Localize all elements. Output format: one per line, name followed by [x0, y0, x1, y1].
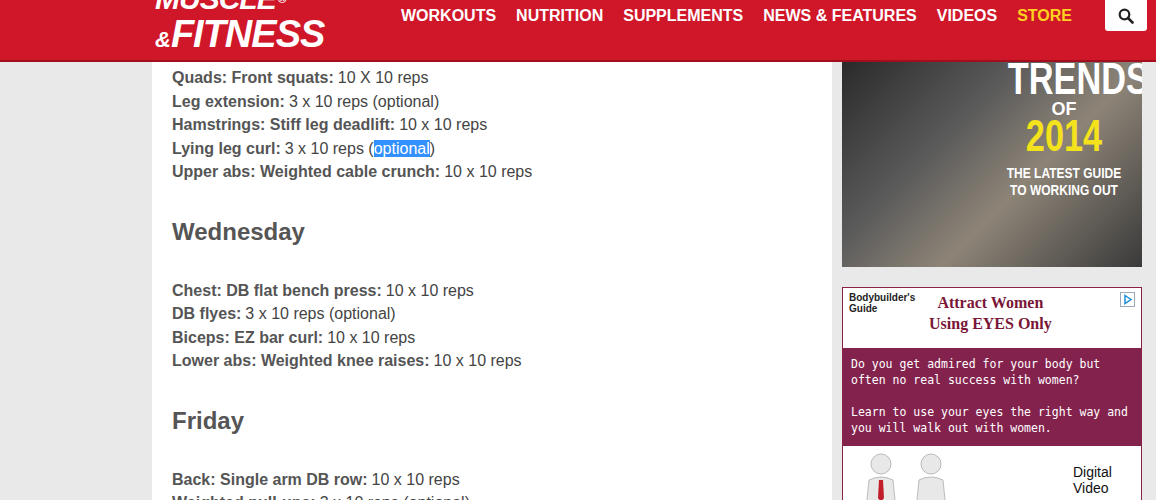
exercise-line: Upper abs: Weighted cable crunch:10 x 10…: [172, 160, 812, 184]
ad-headline: Attract WomenUsing EYES Only: [929, 292, 1052, 334]
exercise-detail[interactable]: 3 x 10 reps (: [285, 140, 374, 157]
site-logo[interactable]: MUSCLE®&FITNESS: [155, 0, 365, 60]
page-body: Quads: Front squats:10 X 10 repsLeg exte…: [0, 62, 1156, 500]
exercise-name: Chest: DB flat bench press:: [172, 282, 382, 299]
banner-line: THE LATEST GUIDE: [1006, 164, 1121, 181]
exercise-name: Lower abs: Weighted knee raises:: [172, 352, 430, 369]
ad-body: Do you get admired for your body but oft…: [843, 348, 1141, 446]
ad-brand: Bodybuilder's Guide: [849, 292, 921, 314]
ad-footer-label: Digital Video: [1073, 450, 1133, 496]
exercise-line: DB flyes:3 x 10 reps (optional): [172, 302, 812, 326]
exercise-detail[interactable]: 10 x 10 reps: [327, 329, 415, 346]
ad-text: Do you get admired for your body but oft…: [851, 356, 1133, 388]
ad-headline-line: Using EYES Only: [929, 313, 1052, 334]
exercise-line: Lower abs: Weighted knee raises:10 x 10 …: [172, 349, 812, 373]
exercise-detail[interactable]: optional: [374, 140, 430, 157]
logo-amp: &: [155, 27, 170, 52]
exercise-line: Lying leg curl:3 x 10 reps (optional): [172, 137, 812, 161]
logo-registered: ®: [278, 0, 286, 6]
exercise-line: Hamstrings: Stiff leg deadlift:10 x 10 r…: [172, 113, 812, 137]
ad-header: Bodybuilder's Guide Attract WomenUsing EY…: [843, 288, 1141, 348]
exercise-line: Chest: DB flat bench press:10 x 10 reps: [172, 279, 812, 303]
exercise-name: Leg extension:: [172, 93, 285, 110]
exercise-line: Back: Single arm DB row:10 x 10 reps: [172, 468, 812, 492]
exercise-name: Biceps: EZ bar curl:: [172, 329, 323, 346]
text-ad[interactable]: Bodybuilder's Guide Attract WomenUsing EY…: [842, 287, 1142, 500]
search-icon: [1118, 8, 1134, 24]
exercise-detail[interactable]: 3 x 10 reps (optional): [245, 305, 395, 322]
banner-title: TRENDS: [1008, 62, 1120, 99]
banner-year: 2014: [1008, 116, 1120, 156]
exercise-name: Hamstrings: Stiff leg deadlift:: [172, 116, 395, 133]
exercise-name: Lying leg curl:: [172, 140, 281, 157]
day-heading: Friday: [172, 406, 812, 436]
exercise-detail[interactable]: 10 x 10 reps: [399, 116, 487, 133]
exercise-detail[interactable]: 10 x 10 reps: [386, 282, 474, 299]
article-content: Quads: Front squats:10 X 10 repsLeg exte…: [152, 62, 832, 500]
ad-text: Learn to use your eyes the right way and…: [851, 404, 1133, 436]
exercise-line: Leg extension:3 x 10 reps (optional): [172, 90, 812, 114]
ad-headline-line: Attract Women: [929, 292, 1052, 313]
logo-top: MUSCLE®: [155, 0, 365, 14]
exercise-name: Upper abs: Weighted cable crunch:: [172, 163, 440, 180]
exercise-detail[interactable]: 10 X 10 reps: [338, 69, 429, 86]
exercise-line: Biceps: EZ bar curl:10 x 10 reps: [172, 326, 812, 350]
exercise-detail[interactable]: ): [430, 140, 435, 157]
exercise-name: DB flyes:: [172, 305, 241, 322]
nav-link[interactable]: NUTRITION: [516, 6, 603, 26]
exercise-name: Quads: Front squats:: [172, 69, 334, 86]
logo-top-text: MUSCLE: [155, 0, 276, 15]
exercise-line: Quads: Front squats:10 X 10 reps: [172, 66, 812, 90]
sidebar: TRENDSOF2014THE LATEST GUIDETO WORKING O…: [842, 62, 1142, 500]
adchoices-icon: [1120, 292, 1135, 307]
exercise-name: Back: Single arm DB row:: [172, 471, 368, 488]
ad-footer: Digital Video: [843, 446, 1141, 500]
main-nav: WORKOUTS NUTRITION SUPPLEMENTS NEWS & FEATU…: [401, 0, 1072, 26]
nav-link[interactable]: VIDEOS: [937, 6, 997, 26]
exercise-line: Weighted pull-ups: 3 x 10 reps (optional): [172, 491, 812, 500]
logo-main-text: FITNESS: [171, 13, 324, 55]
exercise-detail[interactable]: 10 x 10 reps: [372, 471, 460, 488]
banner-ad[interactable]: TRENDSOF2014THE LATEST GUIDETO WORKING O…: [842, 62, 1142, 267]
banner-line: TO WORKING OUT: [1006, 181, 1121, 198]
nav-link[interactable]: NEWS & FEATURES: [763, 6, 916, 26]
exercise-detail[interactable]: 3 x 10 reps (optional): [289, 93, 439, 110]
exercise-name: Weighted pull-ups:: [172, 494, 316, 500]
people-figures-icon: [851, 450, 961, 500]
nav-link[interactable]: WORKOUTS: [401, 6, 496, 26]
top-bar: MUSCLE®&FITNESSWORKOUTSNUTRITIONSUPPLEME…: [0, 0, 1156, 62]
exercise-detail[interactable]: 3 x 10 reps (optional): [320, 494, 470, 500]
nav-link[interactable]: STORE: [1017, 6, 1072, 26]
exercise-detail[interactable]: 10 x 10 reps: [434, 352, 522, 369]
logo-main: &FITNESS: [155, 14, 365, 60]
day-heading: Wednesday: [172, 217, 812, 247]
banner-text: TRENDSOF2014THE LATEST GUIDETO WORKING O…: [992, 62, 1142, 198]
exercise-detail[interactable]: 10 x 10 reps: [444, 163, 532, 180]
nav-link[interactable]: SUPPLEMENTS: [623, 6, 743, 26]
search-button[interactable]: [1105, 0, 1147, 31]
